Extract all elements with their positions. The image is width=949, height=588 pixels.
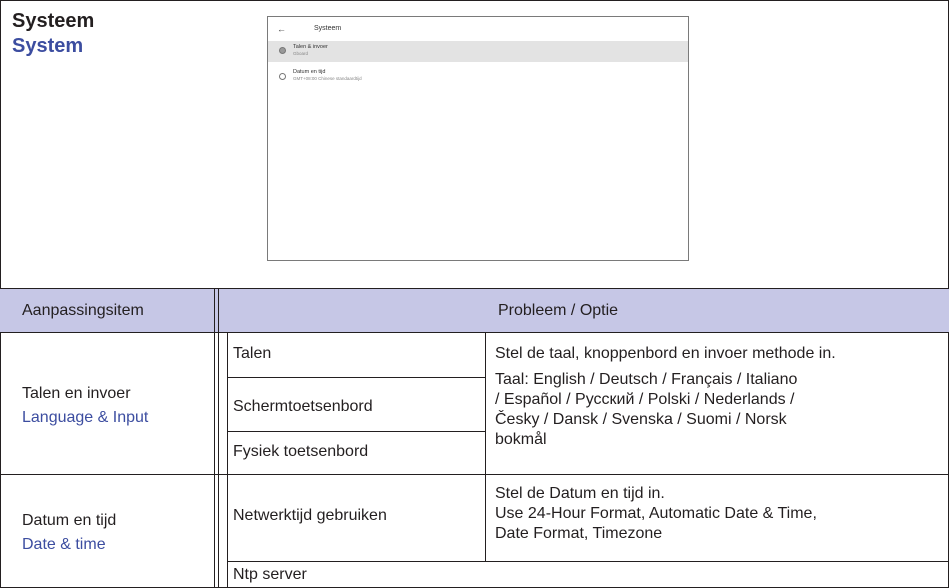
group-name-english: Date & time <box>22 536 106 553</box>
screenshot-item-label[interactable]: Talen & invoer <box>293 44 328 50</box>
column-divider <box>218 288 219 588</box>
globe-icon <box>279 47 286 54</box>
settings-screenshot: ← Systeem Talen & invoer Gboard Datum en… <box>267 16 689 261</box>
screenshot-item-sublabel: GMT+08:00 Chinese standaardtijd <box>293 76 362 81</box>
subitem-rule <box>227 377 485 378</box>
screenshot-title: Systeem <box>314 25 342 32</box>
group-description: Stel de taal, knoppenbord en invoer meth… <box>495 345 836 448</box>
subitem-label: Ntp server <box>233 566 307 583</box>
section-title-english: System <box>12 35 84 57</box>
subitem-rule <box>227 431 485 432</box>
screenshot-row-highlight <box>268 41 688 62</box>
column-divider <box>227 332 228 588</box>
subitem-label: Talen <box>233 345 272 362</box>
group-name-dutch: Datum en tijd <box>22 512 117 529</box>
column-divider <box>214 288 215 588</box>
header-item-label: Aanpassingsitem <box>22 302 144 319</box>
section-title-dutch: Systeem <box>12 10 95 32</box>
arrow-left-icon[interactable]: ← <box>277 24 286 34</box>
subitem-label: Schermtoetsenbord <box>233 398 373 415</box>
ntp-row-rule <box>227 561 949 562</box>
clock-icon <box>279 73 286 80</box>
group-divider <box>0 474 949 475</box>
header-bottom-rule <box>0 332 949 333</box>
group-name-dutch: Talen en invoer <box>22 385 131 402</box>
subitem-label: Netwerktijd gebruiken <box>233 507 387 524</box>
group-description: Stel de Datum en tijd in. Use 24-Hour Fo… <box>495 485 817 542</box>
subitem-label: Fysiek toetsenbord <box>233 443 369 460</box>
screenshot-item-label[interactable]: Datum en tijd <box>293 69 325 75</box>
header-option-label: Probleem / Optie <box>498 302 619 319</box>
screenshot-item-sublabel: Gboard <box>293 51 309 56</box>
group-name-english: Language & Input <box>22 409 149 426</box>
table-top-rule <box>0 288 949 289</box>
column-divider <box>485 332 486 561</box>
